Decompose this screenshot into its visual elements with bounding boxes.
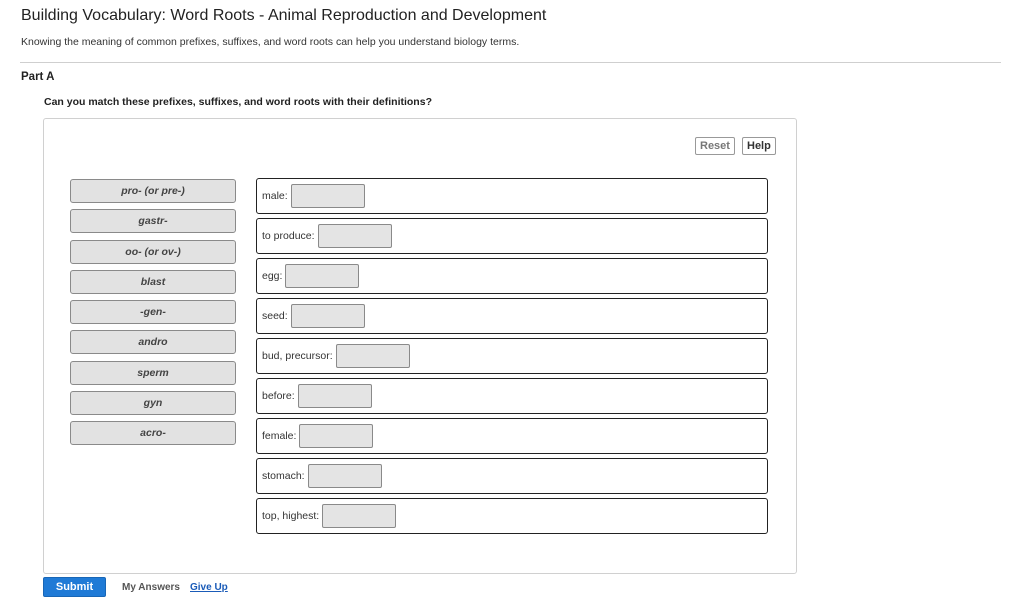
drop-slot[interactable] (285, 264, 360, 288)
target-egg: egg: (256, 258, 768, 294)
question-text: Can you match these prefixes, suffixes, … (44, 96, 432, 108)
tile-acro[interactable]: acro- (70, 421, 236, 446)
divider (20, 62, 1001, 63)
target-stomach: stomach: (256, 458, 768, 494)
target-label: stomach: (262, 470, 305, 482)
target-label: female: (262, 430, 297, 442)
submit-button[interactable]: Submit (43, 577, 106, 597)
help-button[interactable]: Help (742, 137, 776, 155)
drop-slot[interactable] (322, 504, 397, 528)
target-label: before: (262, 390, 295, 402)
tile-blast[interactable]: blast (70, 269, 236, 294)
drop-slot[interactable] (297, 384, 372, 408)
answer-tiles: pro- (or pre-) gastr- oo- (or ov-) blast… (70, 179, 236, 452)
tile-oo[interactable]: oo- (or ov-) (70, 239, 236, 264)
definition-targets: male: to produce: egg: seed: bud, precur… (256, 178, 768, 538)
target-label: egg: (262, 270, 283, 282)
drop-slot[interactable] (290, 304, 365, 328)
target-male: male: (256, 178, 768, 214)
target-label: top, highest: (262, 510, 320, 522)
target-to-produce: to produce: (256, 218, 768, 254)
tile-gyn[interactable]: gyn (70, 391, 236, 416)
target-bud-precursor: bud, precursor: (256, 338, 768, 374)
target-seed: seed: (256, 298, 768, 334)
target-label: seed: (262, 310, 288, 322)
target-label: male: (262, 190, 288, 202)
target-before: before: (256, 378, 768, 414)
give-up-link[interactable]: Give Up (190, 582, 228, 593)
tile-pro[interactable]: pro- (or pre-) (70, 179, 236, 203)
target-female: female: (256, 418, 768, 454)
target-label: to produce: (262, 230, 315, 242)
part-label: Part A (21, 71, 55, 83)
tile-gen[interactable]: -gen- (70, 300, 236, 325)
drop-slot[interactable] (290, 184, 365, 208)
my-answers-link[interactable]: My Answers (122, 582, 180, 593)
page-subtitle: Knowing the meaning of common prefixes, … (21, 36, 520, 48)
drop-slot[interactable] (307, 464, 382, 488)
tile-andro[interactable]: andro (70, 330, 236, 355)
target-top-highest: top, highest: (256, 498, 768, 534)
drop-slot[interactable] (299, 424, 374, 448)
page-title: Building Vocabulary: Word Roots - Animal… (21, 7, 547, 24)
tile-gastr[interactable]: gastr- (70, 209, 236, 234)
tile-sperm[interactable]: sperm (70, 360, 236, 385)
drop-slot[interactable] (335, 344, 410, 368)
drop-slot[interactable] (317, 224, 392, 248)
reset-button[interactable]: Reset (695, 137, 735, 155)
target-label: bud, precursor: (262, 350, 333, 362)
